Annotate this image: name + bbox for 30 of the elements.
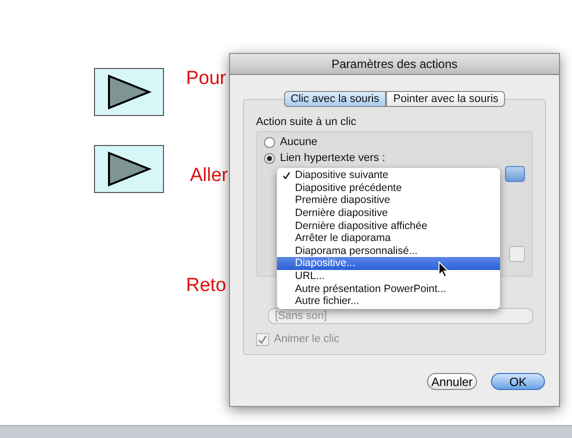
radio-label: Aucune [280, 136, 318, 148]
ok-button[interactable]: OK [491, 373, 545, 390]
menu-item[interactable]: Diapositive... [277, 257, 500, 270]
cancel-button[interactable]: Annuler [427, 373, 477, 390]
menu-item[interactable]: Diapositive suivante [277, 169, 500, 182]
menu-item[interactable]: Dernière diapositive affichée [277, 219, 500, 232]
radio-button[interactable] [264, 136, 275, 148]
slide-text: Pour [186, 68, 226, 90]
menu-item[interactable]: Dernière diapositive [277, 206, 500, 220]
check-icon [283, 172, 290, 179]
slide-play-button[interactable] [94, 68, 164, 116]
menu-item[interactable]: Première diapositive [277, 194, 500, 207]
dialog-title: Paramètres des actions [230, 54, 559, 75]
menu-item[interactable]: Autre présentation PowerPoint... [277, 282, 500, 295]
slide-text: Reto [186, 275, 226, 297]
popup-stepper-icon[interactable] [505, 166, 525, 182]
menu-item[interactable]: URL... [277, 270, 500, 282]
menu-item[interactable]: Diapositive précédente [277, 182, 500, 194]
checkbox-label: Animer le clic [274, 333, 340, 345]
tab[interactable]: Clic avec la souris [284, 91, 386, 107]
radio-label: Lien hypertexte vers : [280, 152, 386, 164]
menu-item[interactable]: Diaporama personnalisé... [277, 244, 500, 258]
slide-text: Aller [190, 165, 228, 187]
slide-play-button[interactable] [94, 145, 164, 193]
menu-item[interactable]: Autre fichier... [277, 294, 500, 308]
cursor-icon [438, 261, 449, 278]
menu-item[interactable]: Arrêter le diaporama [277, 232, 500, 245]
tab[interactable]: Pointer avec la souris [386, 91, 506, 107]
group-title: Action suite à un clic [256, 116, 358, 128]
radio-button[interactable] [264, 152, 275, 164]
